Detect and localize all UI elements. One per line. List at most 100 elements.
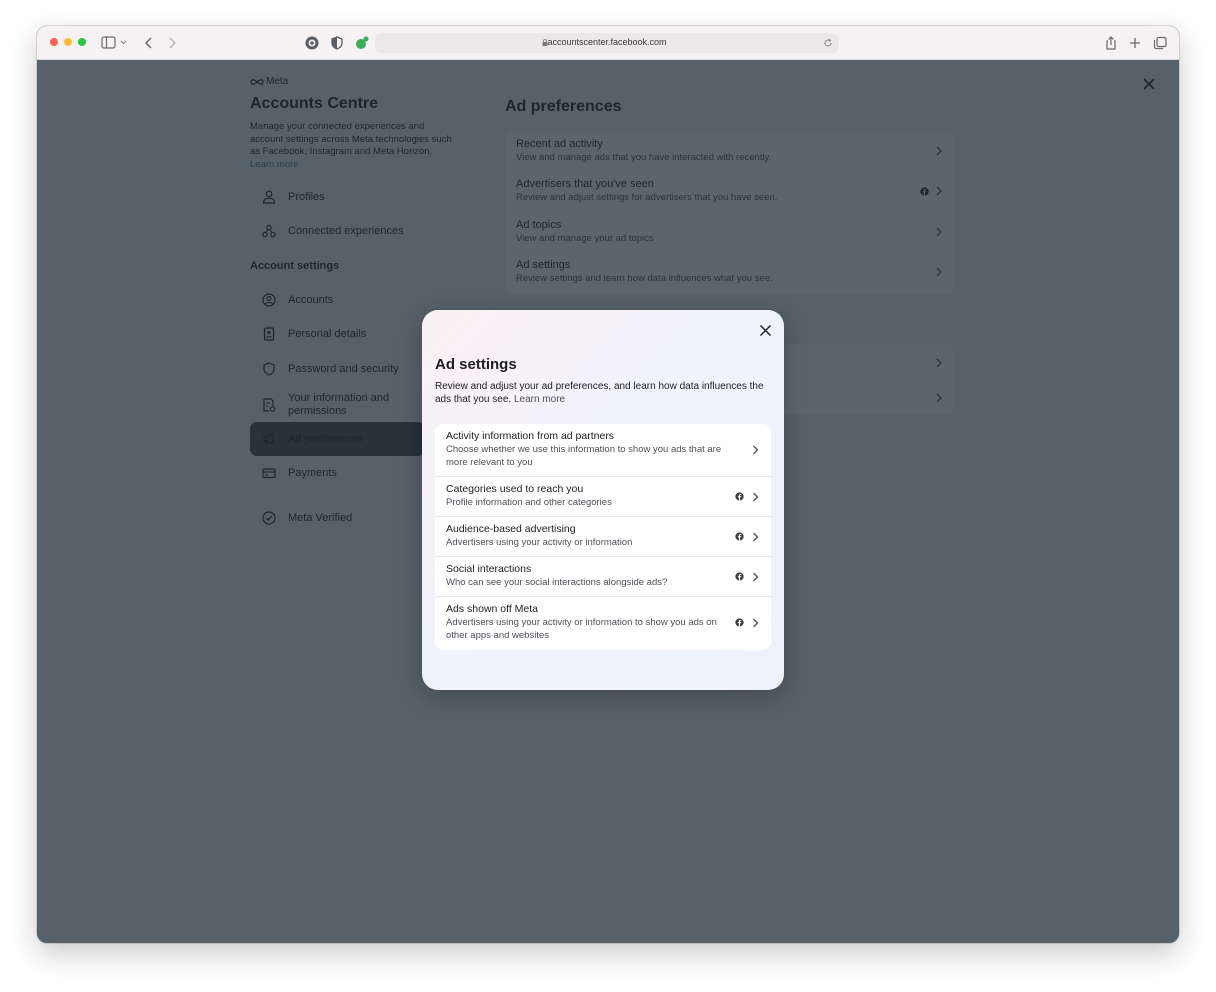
row-subtitle: View and manage your ad topics [516, 233, 654, 244]
sidebar-item-ad-preferences[interactable]: Ad preferences [250, 422, 425, 456]
sidebar-item-label: Accounts [288, 294, 334, 306]
row-ad-settings[interactable]: Ad settings Review settings and learn ho… [505, 253, 953, 293]
row-activity-information[interactable]: Activity information from ad partners Ch… [435, 424, 771, 477]
facebook-icon [735, 532, 744, 541]
sidebar-item-accounts[interactable]: Accounts [250, 283, 422, 317]
row-ads-shown-off-meta[interactable]: Ads shown off Meta Advertisers using you… [435, 597, 771, 650]
address-bar[interactable]: accountscenter.facebook.com [375, 33, 839, 53]
chevron-right-icon [753, 445, 759, 455]
row-audience-based[interactable]: Audience-based advertising Advertisers u… [435, 517, 771, 557]
meta-logo: Meta [250, 75, 465, 89]
ad-settings-list: Activity information from ad partners Ch… [435, 424, 771, 650]
sidebar-item-label: Your information and permissions [288, 392, 390, 417]
sidebar-item-label: Meta Verified [288, 512, 353, 524]
extension-leaf-icon[interactable] [354, 35, 370, 51]
share-icon[interactable] [1103, 35, 1119, 51]
row-subtitle: Review and adjust settings for advertise… [516, 192, 778, 203]
forward-icon[interactable] [164, 35, 180, 51]
tab-overview-icon[interactable] [1152, 35, 1168, 51]
address-url: accountscenter.facebook.com [547, 37, 667, 47]
chevron-right-icon [936, 227, 942, 237]
chevron-right-icon[interactable] [935, 393, 943, 403]
facebook-icon [735, 572, 744, 581]
page-close-icon[interactable] [1142, 77, 1156, 91]
ad-preferences-title: Ad preferences [505, 98, 622, 115]
id-card-icon [263, 327, 275, 341]
sidebar-item-payments[interactable]: Payments [250, 456, 422, 490]
sidebar-item-label: Profiles [288, 191, 325, 203]
row-subtitle: Advertisers using your activity or infor… [446, 537, 633, 548]
learn-more-link[interactable]: Learn more [514, 394, 565, 405]
dialog-title: Ad settings [435, 356, 517, 373]
dialog-description-text: Review and adjust your ad preferences, a… [435, 381, 764, 405]
chevron-right-icon [936, 146, 942, 156]
row-title: Categories used to reach you [446, 483, 584, 495]
row-social-interactions[interactable]: Social interactions Who can see your soc… [435, 557, 771, 597]
row-subtitle: Who can see your social interactions alo… [446, 577, 668, 588]
accounts-centre-title: Accounts Centre [250, 95, 379, 112]
ad-settings-dialog: Ad settings Review and adjust your ad pr… [422, 310, 784, 690]
browser-window: accountscenter.facebook.com Meta Account… [37, 26, 1179, 943]
sidebar-item-meta-verified[interactable]: Meta Verified [250, 501, 422, 535]
sidebar-item-connected-experiences[interactable]: Connected experiences [250, 214, 422, 248]
row-title: Advertisers that you've seen [516, 178, 654, 190]
info-doc-icon [263, 398, 276, 412]
close-icon[interactable] [759, 324, 772, 337]
privacy-shield-icon[interactable] [329, 35, 345, 51]
row-title: Activity information from ad partners [446, 430, 615, 442]
back-icon[interactable] [141, 35, 157, 51]
sidebar-item-information-permissions[interactable]: Your information and permissions [250, 387, 422, 423]
meta-infinity-icon [250, 79, 264, 85]
facebook-icon [735, 618, 744, 627]
row-subtitle: Profile information and other categories [446, 497, 612, 508]
sidebar-item-label: Ad preferences [288, 433, 363, 445]
row-ad-topics[interactable]: Ad topics View and manage your ad topics [505, 213, 953, 253]
account-settings-heading: Account settings [250, 260, 340, 272]
accounts-centre-page: Meta Accounts Centre Manage your connect… [37, 60, 1179, 943]
row-title: Ad topics [516, 219, 562, 231]
row-subtitle: Review settings and learn how data influ… [516, 273, 773, 284]
reload-icon[interactable] [823, 38, 833, 48]
learn-more-link[interactable]: Learn more [250, 159, 299, 170]
new-tab-icon[interactable] [1127, 35, 1143, 51]
sidebar-item-label: Connected experiences [288, 225, 404, 237]
browser-toolbar: accountscenter.facebook.com [37, 26, 1179, 60]
close-window-button[interactable] [50, 38, 58, 46]
chevron-right-icon [936, 267, 942, 277]
account-circle-icon [262, 293, 276, 307]
row-subtitle: Choose whether we use this information t… [446, 444, 722, 468]
person-icon [262, 190, 276, 204]
chevron-right-icon [753, 572, 759, 582]
row-subtitle: Advertisers using your activity or infor… [446, 617, 717, 641]
accounts-centre-description: Manage your connected experiences and ac… [250, 121, 458, 171]
zoom-window-button[interactable] [78, 38, 86, 46]
connected-icon [262, 224, 276, 238]
row-title: Social interactions [446, 563, 532, 575]
minimize-window-button[interactable] [64, 38, 72, 46]
dialog-description: Review and adjust your ad preferences, a… [435, 380, 771, 406]
row-subtitle: View and manage ads that you have intera… [516, 152, 772, 163]
sidebar-item-label: Password and security [288, 363, 399, 375]
sidebar-item-label: Personal details [288, 328, 367, 340]
description-text: Manage your connected experiences and ac… [250, 121, 452, 157]
chevron-right-icon [936, 186, 942, 196]
chevron-right-icon [753, 492, 759, 502]
chevron-right-icon[interactable] [935, 358, 943, 368]
card-icon [262, 468, 276, 479]
sidebar: Meta Accounts Centre Manage your connect… [250, 75, 465, 525]
row-recent-ad-activity[interactable]: Recent ad activity View and manage ads t… [505, 132, 953, 172]
extension-globe-icon[interactable] [304, 35, 320, 51]
verified-badge-icon [262, 511, 276, 525]
sidebar-item-personal-details[interactable]: Personal details [250, 317, 422, 351]
row-categories[interactable]: Categories used to reach you Profile inf… [435, 477, 771, 517]
sidebar-item-label: Payments [288, 467, 337, 479]
sidebar-toggle-icon[interactable] [101, 35, 131, 51]
facebook-icon [735, 492, 744, 501]
row-title: Audience-based advertising [446, 523, 576, 535]
chevron-right-icon [753, 618, 759, 628]
sidebar-item-profiles[interactable]: Profiles [250, 180, 422, 214]
ad-preferences-card: Recent ad activity View and manage ads t… [505, 132, 953, 294]
sidebar-item-password-security[interactable]: Password and security [250, 352, 422, 386]
megaphone-icon [263, 433, 274, 446]
row-advertisers-seen[interactable]: Advertisers that you've seen Review and … [505, 172, 953, 212]
